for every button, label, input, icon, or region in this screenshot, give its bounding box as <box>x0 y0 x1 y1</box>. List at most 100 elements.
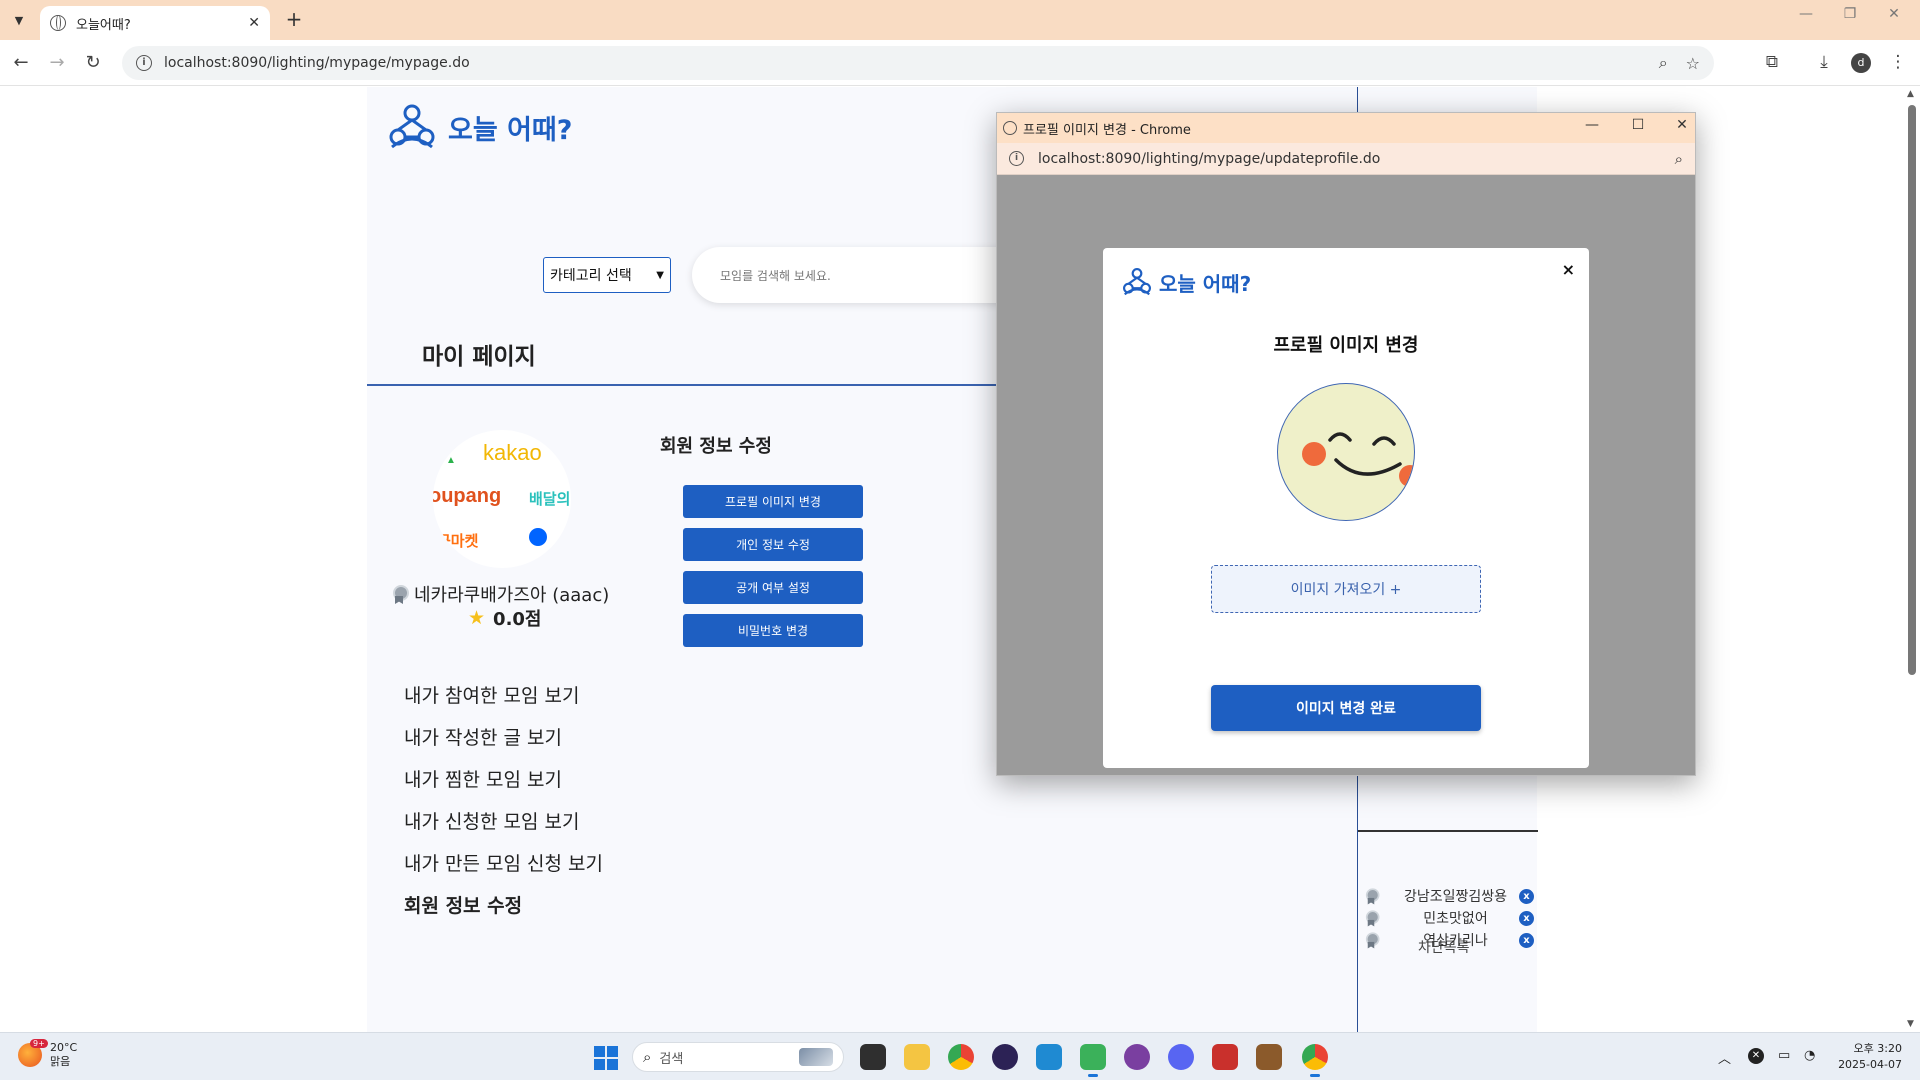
address-bar[interactable]: i localhost:8090/lighting/mypage/mypage.… <box>122 46 1714 80</box>
popup-url[interactable]: localhost:8090/lighting/mypage/updatepro… <box>1038 151 1675 167</box>
zoom-icon[interactable]: ⌕ <box>1659 53 1668 73</box>
system-clock[interactable]: 오후 3:20 2025-04-07 <box>1838 1041 1902 1073</box>
unblock-icon[interactable]: x <box>1519 910 1534 926</box>
section-title: 회원 정보 수정 <box>660 436 772 457</box>
category-select-value: 카테고리 선택 <box>550 268 632 284</box>
page-scrollbar[interactable]: ▲ ▼ <box>1904 87 1920 1032</box>
avatar-logo-toss <box>529 528 547 546</box>
tab-search-chevron-icon[interactable]: ▼ <box>6 8 32 32</box>
medal-icon <box>392 585 409 603</box>
blocklist-item: 민초맛없어 x <box>1364 908 1534 928</box>
calendar-app-icon[interactable] <box>1212 1044 1238 1070</box>
scroll-down-icon[interactable]: ▼ <box>1907 1019 1914 1029</box>
blocked-user-name: 역삼카리나 <box>1423 933 1488 949</box>
site-info-icon[interactable]: i <box>1009 151 1024 166</box>
search-icon: ⌕ <box>643 1048 652 1066</box>
globe-icon <box>1003 121 1017 135</box>
sun-icon: 9+ <box>18 1039 48 1067</box>
logo-icon <box>1123 268 1151 296</box>
scrollbar-thumb[interactable] <box>1908 105 1916 675</box>
site-info-icon[interactable]: i <box>136 55 152 71</box>
profile-image-popup-window: 프로필 이미지 변경 - Chrome — ☐ ✕ i localhost:80… <box>996 112 1696 776</box>
privacy-setting-button[interactable]: 공개 여부 설정 <box>683 571 863 604</box>
unblock-icon[interactable]: x <box>1519 932 1534 948</box>
address-url[interactable]: localhost:8090/lighting/mypage/mypage.do <box>164 55 1641 71</box>
new-tab-button[interactable]: + <box>282 8 306 32</box>
browser-toolbar: ← → ↻ i localhost:8090/lighting/mypage/m… <box>0 40 1920 86</box>
profile-avatar-image: ▲ kakao oupang 배달의 근마켓 <box>433 430 571 568</box>
more-menu-icon[interactable]: ⋮ <box>1886 52 1910 72</box>
blocklist-item: 강남조일짱김쌍용 x <box>1364 886 1534 906</box>
maximize-icon[interactable]: ☐ <box>1623 117 1653 133</box>
game-app-icon[interactable] <box>1256 1044 1282 1070</box>
zoom-icon[interactable]: ⌕ <box>1675 150 1683 168</box>
scroll-up-icon[interactable]: ▲ <box>1907 89 1914 99</box>
taskbar-search-input[interactable]: ⌕ 검색 <box>632 1042 844 1072</box>
task-view-icon[interactable] <box>860 1044 886 1070</box>
tab-close-icon[interactable]: ✕ <box>248 15 260 31</box>
chrome-icon[interactable] <box>948 1044 974 1070</box>
avatar-dot: ▲ <box>446 455 456 466</box>
logo-icon <box>389 104 435 149</box>
menu-liked-meetings[interactable]: 내가 찜한 모임 보기 <box>404 765 562 792</box>
title-divider <box>367 384 997 386</box>
menu-edit-member-info[interactable]: 회원 정보 수정 <box>404 891 522 918</box>
change-password-button[interactable]: 비밀번호 변경 <box>683 614 863 647</box>
star-icon: ★ <box>468 607 486 629</box>
edit-personal-info-button[interactable]: 개인 정보 수정 <box>683 528 863 561</box>
unblock-icon[interactable]: x <box>1519 888 1534 904</box>
download-icon[interactable]: ⤓ <box>1812 52 1836 72</box>
globe-icon <box>50 15 66 31</box>
weather-widget[interactable]: 9+ 20°C 맑음 <box>18 1039 77 1069</box>
back-icon[interactable]: ← <box>8 50 34 76</box>
menu-joined-meetings[interactable]: 내가 참여한 모임 보기 <box>404 681 579 708</box>
tray-app-icon[interactable]: ✕ <box>1748 1048 1764 1064</box>
blocklist-item: 역삼카리나 x <box>1364 930 1534 950</box>
medal-icon <box>1365 888 1380 903</box>
confirm-image-change-button[interactable]: 이미지 변경 완료 <box>1211 685 1481 731</box>
menu-my-posts[interactable]: 내가 작성한 글 보기 <box>404 723 562 750</box>
category-select[interactable]: 카테고리 선택 ▼ <box>543 257 671 293</box>
volume-icon[interactable]: ◔ <box>1804 1048 1815 1063</box>
popup-address-bar[interactable]: i localhost:8090/lighting/mypage/updatep… <box>997 143 1695 175</box>
reload-icon[interactable]: ↻ <box>80 50 106 76</box>
close-window-icon[interactable]: ✕ <box>1667 117 1697 133</box>
sidebar-divider <box>1358 830 1538 832</box>
weather-condition: 맑음 <box>50 1055 71 1068</box>
restore-icon[interactable]: ❐ <box>1830 6 1870 22</box>
medal-icon <box>1365 910 1380 925</box>
discord-icon[interactable] <box>1168 1044 1194 1070</box>
modal-close-icon[interactable]: × <box>1562 260 1575 279</box>
chrome-profile-icon[interactable] <box>1302 1044 1328 1077</box>
vscode-icon[interactable] <box>1036 1044 1062 1070</box>
browser-tab[interactable]: 오늘어때? ✕ <box>40 6 270 40</box>
tray-chevron-icon[interactable]: ︿ <box>1718 1048 1731 1067</box>
menu-applied-meetings[interactable]: 내가 신청한 모임 보기 <box>404 807 579 834</box>
weather-badge: 9+ <box>30 1039 48 1048</box>
clock-time: 오후 3:20 <box>1853 1042 1902 1055</box>
smiley-face-icon <box>1302 432 1414 487</box>
start-menu-icon[interactable] <box>594 1046 618 1070</box>
change-profile-image-button[interactable]: 프로필 이미지 변경 <box>683 485 863 518</box>
site-logo[interactable]: 오늘 어때? <box>386 101 572 153</box>
import-image-button[interactable]: 이미지 가져오기 + <box>1211 565 1481 613</box>
media-app-icon[interactable] <box>1080 1044 1106 1077</box>
search-input[interactable]: 모임를 검색해 보세요. <box>692 247 1012 303</box>
forward-icon[interactable]: → <box>44 50 70 76</box>
minimize-icon[interactable]: — <box>1577 117 1607 133</box>
os-taskbar: 9+ 20°C 맑음 ⌕ 검색 ︿ ✕ ▭ ◔ 오후 3:20 2025-04-… <box>0 1032 1920 1080</box>
tab-title: 오늘어때? <box>76 17 131 33</box>
minimize-icon[interactable]: — <box>1786 6 1826 22</box>
close-window-icon[interactable]: ✕ <box>1874 6 1914 22</box>
username: 네카라쿠배가즈아 (aaac) <box>414 585 610 606</box>
blocked-user-name: 강남조일짱김쌍용 <box>1403 889 1508 905</box>
github-icon[interactable] <box>1124 1044 1150 1070</box>
extensions-icon[interactable]: ⧉ <box>1760 52 1784 72</box>
profile-avatar[interactable]: d <box>1851 53 1871 73</box>
file-explorer-icon[interactable] <box>904 1044 930 1070</box>
menu-my-meeting-applications[interactable]: 내가 만든 모임 신청 보기 <box>404 849 603 876</box>
clock-date: 2025-04-07 <box>1838 1058 1902 1071</box>
network-icon[interactable]: ▭ <box>1778 1048 1790 1063</box>
bookmark-star-icon[interactable]: ☆ <box>1686 54 1700 73</box>
eclipse-icon[interactable] <box>992 1044 1018 1070</box>
